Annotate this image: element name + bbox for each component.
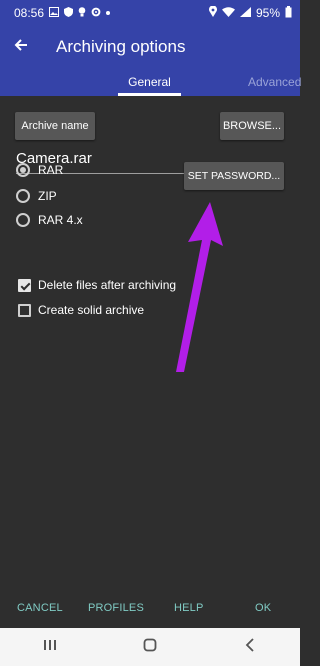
chevron-left-icon [245,637,255,657]
browse-button[interactable]: BROWSE... [220,112,284,140]
battery-level: 95% [255,6,280,20]
battery-icon [285,5,292,21]
status-time: 08:56 [14,6,45,20]
format-label: ZIP [38,189,57,203]
format-option-zip[interactable]: ZIP [16,186,57,206]
option-solid-archive[interactable]: Create solid archive [18,301,144,319]
recents-button[interactable] [35,632,65,662]
recents-icon [43,638,57,656]
radio-button[interactable] [16,213,30,227]
tab-general[interactable]: General [118,68,181,96]
checkbox-checked[interactable] [18,278,31,292]
option-label: Delete files after archiving [38,278,177,292]
wifi-icon [221,6,235,20]
profiles-button[interactable]: PROFILES [88,598,144,618]
tab-bar: General Advanced [0,68,301,96]
set-password-button[interactable]: SET PASSWORD... [184,162,284,190]
tab-advanced[interactable]: Advanced [248,68,308,96]
option-delete-files[interactable]: Delete files after archiving [18,276,176,294]
format-label: RAR 4.x [38,213,83,227]
format-option-rar4[interactable]: RAR 4.x [16,210,83,230]
help-button[interactable]: HELP [174,598,204,618]
arrow-left-icon [14,38,28,57]
app-toolbar: Archiving options [0,26,300,68]
cancel-button[interactable]: CANCEL [17,598,63,618]
status-bar-right: 95% [208,5,292,21]
status-bar-left: 08:56 [14,6,111,20]
checkbox[interactable] [18,303,31,317]
home-icon [143,638,157,657]
signal-icon [239,6,251,20]
image-icon [49,6,60,20]
dot-icon [106,8,111,18]
system-nav-bar [0,628,300,666]
bulb-icon [78,6,86,20]
radio-button-selected[interactable] [16,163,30,177]
back-button[interactable] [0,26,42,68]
ok-button[interactable]: OK [255,598,271,618]
gear-icon [91,7,101,20]
back-nav-button[interactable] [235,632,265,662]
radio-button[interactable] [16,189,30,203]
format-option-rar[interactable]: RAR [16,160,63,180]
tab-active-indicator [118,93,181,96]
annotation-arrow-icon [176,202,223,372]
option-label: Create solid archive [38,303,145,317]
page-title: Archiving options [56,37,186,56]
status-bar: 08:56 95% [0,0,300,26]
location-icon [208,5,217,20]
home-button[interactable] [135,632,165,662]
format-label: RAR [38,163,64,177]
shield-icon [64,6,74,20]
archive-name-button[interactable]: Archive name [15,112,95,140]
